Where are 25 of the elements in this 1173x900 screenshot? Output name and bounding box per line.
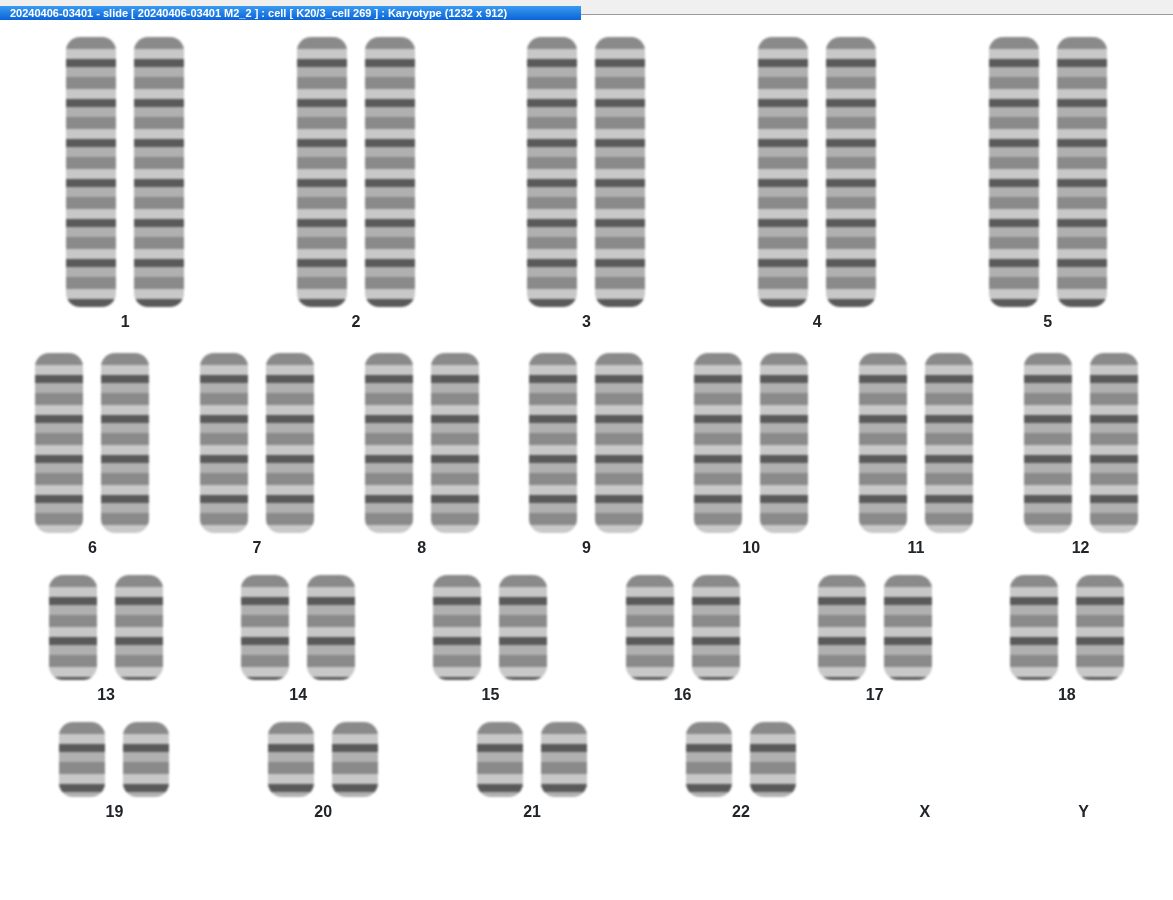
chromosome-label: 15	[481, 686, 500, 704]
chromosome-label: 16	[673, 686, 692, 704]
chromosome-label: 12	[1071, 539, 1090, 557]
chromosome-label: Y	[1078, 803, 1089, 821]
window-title: 20240406-03401 - slide [ 20240406-03401 M2_2 ] : cell [ K20/3_cell 269 ] : Karyotype (1232 x 912)	[0, 6, 581, 20]
chromosome-label: 11	[907, 539, 925, 557]
chromosome-label: 5	[1043, 313, 1053, 331]
chromosome-label: 17	[865, 686, 884, 704]
chromosome-label: 14	[289, 686, 308, 704]
chromosome-label: 9	[582, 539, 591, 557]
chromosome-label: 13	[97, 686, 115, 704]
chromosome-label: 4	[812, 313, 822, 331]
chromosome-label: 7	[252, 539, 262, 557]
chromosome-label: 22	[732, 803, 750, 821]
chromosome-label: 6	[87, 539, 97, 557]
chromosome-label: 1	[120, 313, 130, 331]
chromosome-label: 18	[1057, 686, 1076, 704]
chromosome-label: 2	[351, 313, 361, 331]
chromosome-label: 8	[417, 539, 427, 557]
chromosome-label: 21	[523, 803, 541, 821]
chromosome-label: 19	[105, 803, 124, 821]
chromosome-label: 10	[742, 539, 761, 557]
chromosome-label: 3	[582, 313, 591, 331]
chromosome-label: X	[919, 803, 931, 821]
chromosome-label: 20	[314, 803, 333, 821]
